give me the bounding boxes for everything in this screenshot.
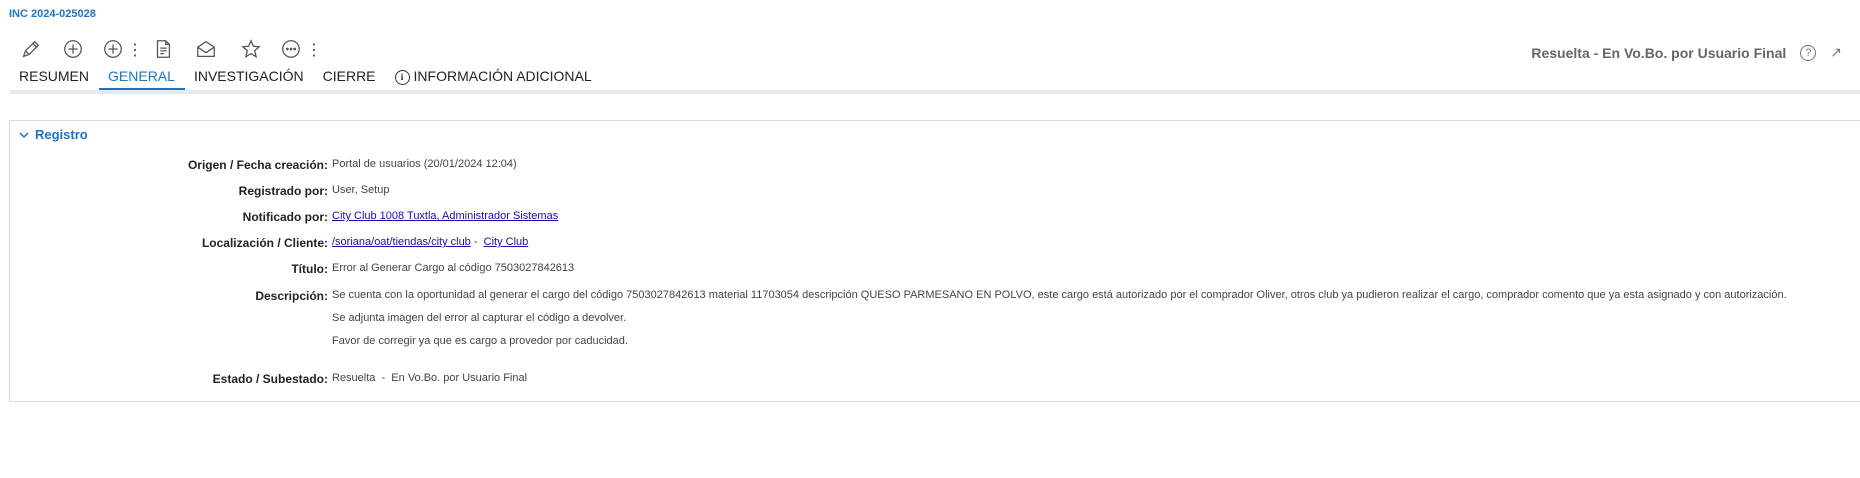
registro-toggle[interactable]: Registro: [19, 127, 88, 142]
pdf-document-icon: [156, 40, 171, 58]
status-area: Resuelta - En Vo.Bo. por Usuario Final ?…: [1531, 44, 1842, 61]
field-label: Registrado por:: [238, 184, 328, 198]
description-paragraph: Se adjunta imagen del error al capturar …: [332, 312, 627, 324]
field-value: Portal de usuarios (20/01/2024 12:04): [332, 158, 517, 170]
add-more-menu-icon[interactable]: ⋮: [127, 40, 143, 62]
pencil-icon: [22, 40, 40, 58]
field-value: Resuelta - En Vo.Bo. por Usuario Final: [332, 372, 528, 384]
info-icon: i: [394, 69, 410, 85]
field-value: User, Setup: [332, 184, 390, 196]
panel-title: Registro: [35, 127, 88, 142]
separator: -: [470, 236, 481, 248]
field-label: Localización / Cliente:: [201, 236, 328, 250]
edit-button[interactable]: [20, 38, 46, 64]
tab-general[interactable]: GENERAL: [99, 66, 185, 91]
add-button[interactable]: [62, 38, 88, 64]
more-menu-icon[interactable]: ⋮: [306, 40, 322, 62]
more-icon: [282, 40, 300, 58]
add-more-button[interactable]: [102, 38, 128, 64]
description-paragraph: Se cuenta con la oportunidad al generar …: [332, 289, 1787, 301]
field-label: Notificado por:: [242, 210, 328, 224]
pdf-button[interactable]: [152, 38, 178, 64]
field-label: Origen / Fecha creación:: [187, 158, 328, 172]
incident-id: INC 2024-025028: [9, 8, 96, 20]
tab-resumen[interactable]: RESUMEN: [10, 66, 99, 88]
help-icon[interactable]: ?: [1800, 44, 1817, 61]
expand-icon[interactable]: ↗: [1830, 44, 1842, 61]
tab-label: INFORMACIÓN ADICIONAL: [413, 68, 592, 84]
favorite-button[interactable]: [240, 38, 266, 64]
field-label: Descripción:: [255, 289, 328, 303]
open-envelope-icon: [197, 40, 215, 57]
chevron-down-icon: [19, 131, 29, 138]
notificado-link[interactable]: City Club 1008 Tuxtla, Administrador Sis…: [332, 210, 558, 222]
add-more-icon: [104, 40, 122, 58]
email-button[interactable]: [195, 38, 221, 64]
tab-investigacion[interactable]: INVESTIGACIÓN: [185, 66, 314, 88]
tab-informacion-adicional[interactable]: i INFORMACIÓN ADICIONAL: [386, 66, 602, 88]
tab-cierre[interactable]: CIERRE: [314, 66, 386, 88]
status-text: Resuelta - En Vo.Bo. por Usuario Final: [1531, 44, 1787, 61]
field-value: Error al Generar Cargo al código 7503027…: [332, 262, 575, 274]
description-paragraph: Favor de corregir ya que es cargo a prov…: [332, 335, 628, 347]
add-icon: [64, 40, 82, 58]
more-button[interactable]: [280, 38, 306, 64]
localizacion-link[interactable]: /soriana/oat/tiendas/city club: [332, 236, 471, 248]
tab-divider: [10, 90, 1860, 94]
registro-panel: Registro Origen / Fecha creación: Portal…: [9, 120, 1860, 402]
field-label: Título:: [291, 262, 328, 276]
cliente-link[interactable]: City Club: [484, 236, 529, 248]
field-value: Se cuenta con la oportunidad al generar …: [332, 289, 1848, 358]
tab-bar: RESUMEN GENERAL INVESTIGACIÓN CIERRE i IN…: [10, 66, 602, 91]
field-label: Estado / Subestado:: [212, 372, 328, 386]
star-icon: [241, 39, 261, 59]
